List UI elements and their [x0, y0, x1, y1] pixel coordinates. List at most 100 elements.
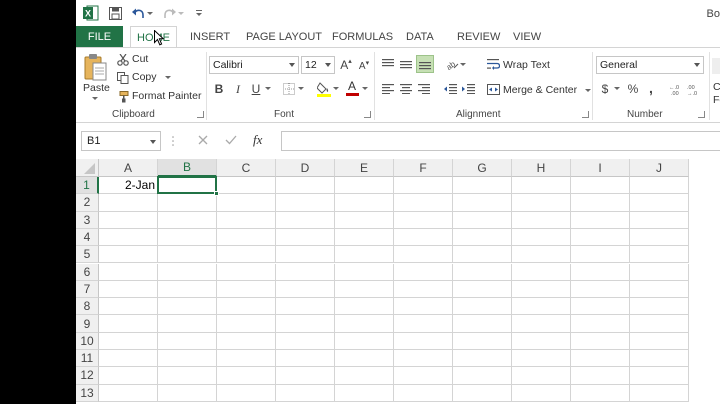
- cell-i2[interactable]: [571, 194, 630, 212]
- cell-i1[interactable]: [571, 177, 630, 195]
- cell-g10[interactable]: [453, 332, 512, 350]
- tab-page-layout[interactable]: PAGE LAYOUT: [246, 26, 322, 47]
- select-all-button[interactable]: [76, 159, 99, 177]
- paste-button[interactable]: Paste: [83, 82, 110, 94]
- cell-a1[interactable]: 2-Jan: [99, 177, 158, 195]
- column-header-e[interactable]: E: [335, 159, 394, 177]
- row-header-6[interactable]: 6: [76, 263, 99, 281]
- row-header-12[interactable]: 12: [76, 367, 99, 385]
- clipboard-dialog-launcher-icon[interactable]: [197, 111, 204, 118]
- row-header-8[interactable]: 8: [76, 298, 99, 316]
- font-name-dropdown-icon[interactable]: [289, 63, 295, 67]
- cell-i7[interactable]: [571, 280, 630, 299]
- cell-j8[interactable]: [630, 298, 689, 316]
- italic-button[interactable]: I: [231, 81, 245, 97]
- cell-a2[interactable]: [99, 194, 158, 212]
- cell-h4[interactable]: [512, 228, 571, 247]
- cell-i11[interactable]: [571, 350, 630, 368]
- cell-g12[interactable]: [453, 367, 512, 385]
- font-size-dropdown-icon[interactable]: [325, 63, 331, 67]
- decrease-indent-icon[interactable]: [442, 81, 458, 97]
- cell-c12[interactable]: [217, 367, 276, 385]
- font-color-dropdown-icon[interactable]: [361, 84, 369, 92]
- row-header-7[interactable]: 7: [76, 280, 99, 299]
- font-dialog-launcher-icon[interactable]: [364, 111, 371, 118]
- cell-a13[interactable]: [99, 384, 158, 402]
- customize-toolbar-icon[interactable]: [194, 4, 204, 22]
- cell-a12[interactable]: [99, 367, 158, 385]
- conditional-formatting-icon-partial[interactable]: [712, 58, 720, 74]
- bottom-align-icon[interactable]: [416, 55, 434, 73]
- cell-b3[interactable]: [158, 211, 217, 229]
- cell-i13[interactable]: [571, 384, 630, 402]
- increase-decimal-icon[interactable]: ←.0.00: [668, 81, 684, 97]
- cell-h8[interactable]: [512, 298, 571, 316]
- cell-e6[interactable]: [335, 263, 394, 281]
- tab-data[interactable]: DATA: [406, 26, 434, 47]
- increase-indent-icon[interactable]: [460, 81, 476, 97]
- cell-e10[interactable]: [335, 332, 394, 350]
- cell-j6[interactable]: [630, 263, 689, 281]
- underline-dropdown-icon[interactable]: [264, 84, 272, 92]
- cell-i6[interactable]: [571, 263, 630, 281]
- cell-j12[interactable]: [630, 367, 689, 385]
- cell-c13[interactable]: [217, 384, 276, 402]
- fill-color-icon[interactable]: [316, 81, 332, 97]
- cell-g2[interactable]: [453, 194, 512, 212]
- bold-button[interactable]: B: [212, 81, 226, 97]
- cell-a11[interactable]: [99, 350, 158, 368]
- cell-d2[interactable]: [276, 194, 335, 212]
- cell-g1[interactable]: [453, 177, 512, 195]
- cell-f8[interactable]: [394, 298, 453, 316]
- cell-f11[interactable]: [394, 350, 453, 368]
- cell-g4[interactable]: [453, 228, 512, 247]
- copy-dropdown-icon[interactable]: [164, 75, 171, 79]
- cell-j10[interactable]: [630, 332, 689, 350]
- alignment-dialog-launcher-icon[interactable]: [582, 111, 589, 118]
- currency-format-button[interactable]: $: [599, 81, 611, 97]
- percent-style-button[interactable]: %: [626, 81, 640, 97]
- cell-i3[interactable]: [571, 211, 630, 229]
- cell-a4[interactable]: [99, 228, 158, 247]
- cell-d4[interactable]: [276, 228, 335, 247]
- tab-review[interactable]: REVIEW: [457, 26, 500, 47]
- fill-color-dropdown-icon[interactable]: [332, 84, 340, 92]
- row-header-1[interactable]: 1: [76, 177, 99, 195]
- cell-d12[interactable]: [276, 367, 335, 385]
- cell-i9[interactable]: [571, 315, 630, 333]
- cell-a9[interactable]: [99, 315, 158, 333]
- column-header-b[interactable]: B: [158, 159, 217, 177]
- cell-b5[interactable]: [158, 246, 217, 264]
- cell-c2[interactable]: [217, 194, 276, 212]
- font-size-combo[interactable]: 12: [301, 56, 335, 74]
- cell-e2[interactable]: [335, 194, 394, 212]
- cell-e5[interactable]: [335, 246, 394, 264]
- cell-c8[interactable]: [217, 298, 276, 316]
- cell-b2[interactable]: [158, 194, 217, 212]
- cell-f7[interactable]: [394, 280, 453, 299]
- cell-i8[interactable]: [571, 298, 630, 316]
- cell-g7[interactable]: [453, 280, 512, 299]
- currency-dropdown-icon[interactable]: [613, 84, 621, 92]
- grow-font-icon[interactable]: A ▴: [338, 57, 354, 73]
- cell-f6[interactable]: [394, 263, 453, 281]
- cell-d1[interactable]: [276, 177, 335, 195]
- redo-icon[interactable]: [162, 4, 176, 22]
- row-header-3[interactable]: 3: [76, 211, 99, 229]
- column-header-g[interactable]: G: [453, 159, 512, 177]
- cell-i4[interactable]: [571, 228, 630, 247]
- cell-j13[interactable]: [630, 384, 689, 402]
- cell-b4[interactable]: [158, 228, 217, 247]
- cell-h11[interactable]: [512, 350, 571, 368]
- column-header-d[interactable]: D: [276, 159, 335, 177]
- align-center-icon[interactable]: [398, 81, 414, 97]
- name-box[interactable]: B1: [81, 131, 161, 151]
- cell-j3[interactable]: [630, 211, 689, 229]
- redo-dropdown-icon[interactable]: [177, 4, 185, 22]
- copy-icon[interactable]: [116, 71, 129, 84]
- fill-handle[interactable]: [214, 191, 219, 197]
- cell-c6[interactable]: [217, 263, 276, 281]
- merge-center-icon[interactable]: [486, 81, 500, 97]
- row-header-5[interactable]: 5: [76, 246, 99, 264]
- cell-h3[interactable]: [512, 211, 571, 229]
